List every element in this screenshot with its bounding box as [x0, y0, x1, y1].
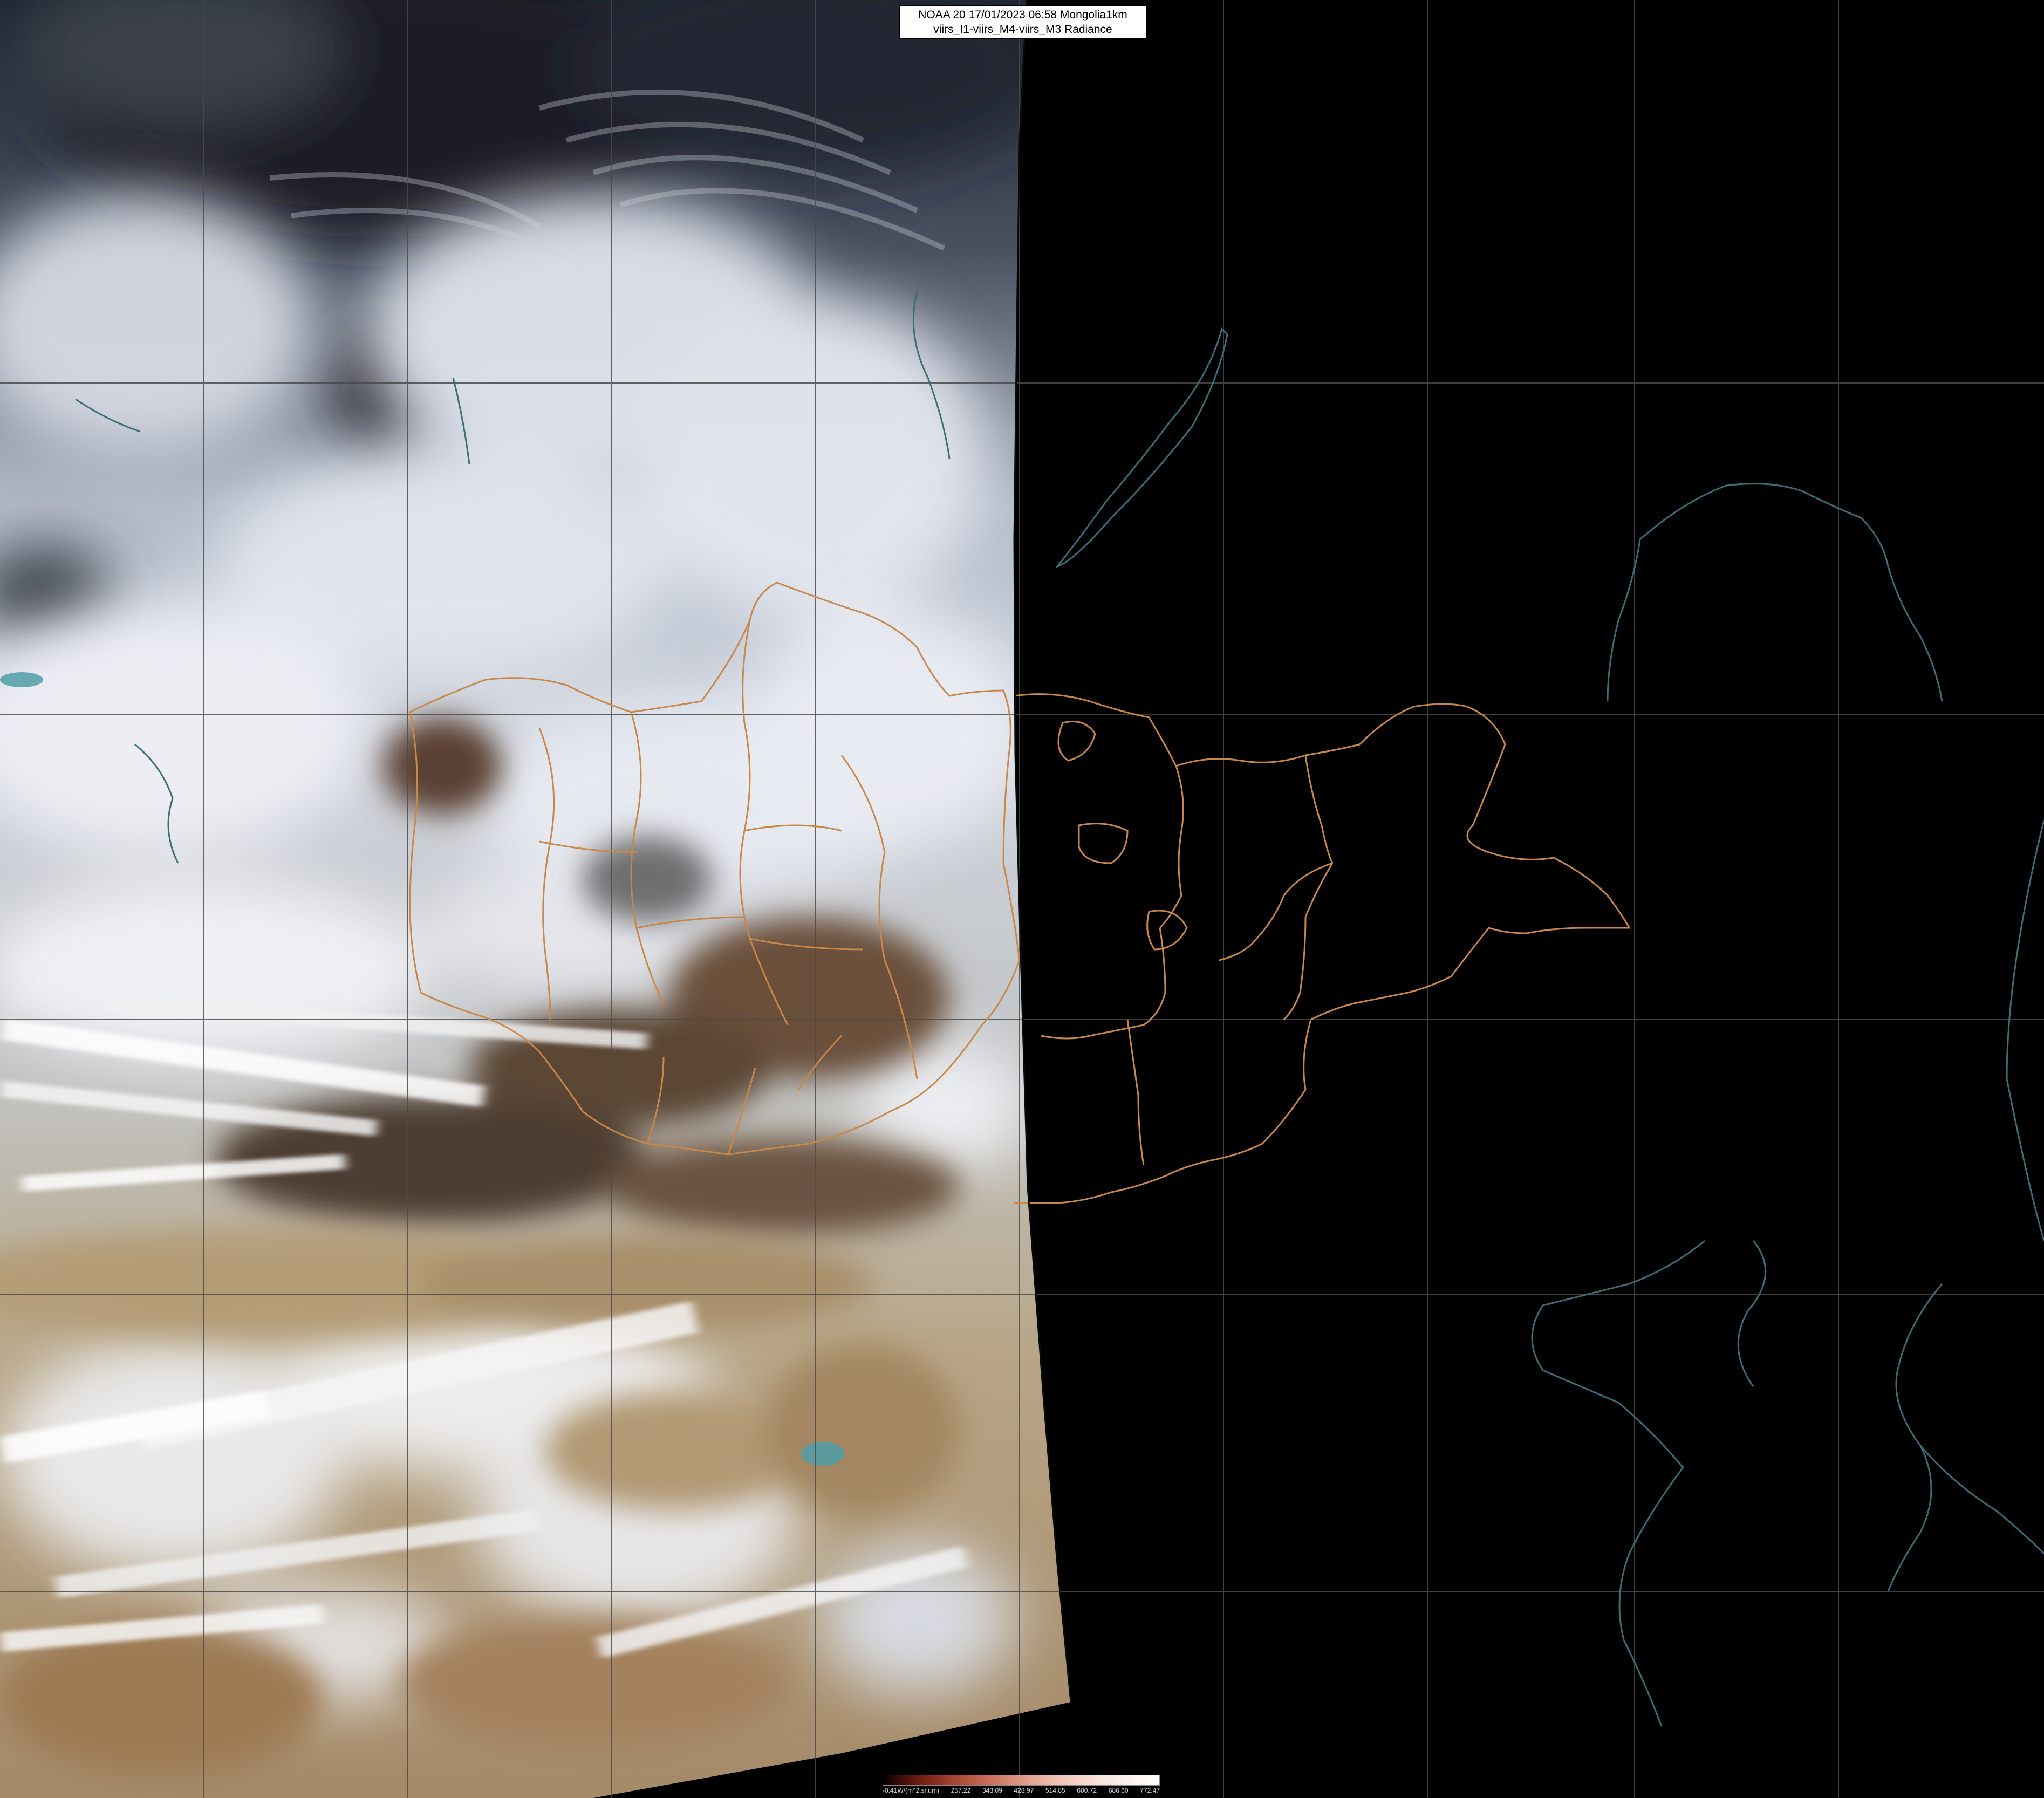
title-line-1: NOAA 20 17/01/2023 06:58 Mongolia1km [918, 9, 1127, 21]
colorbar-labels: -0.41W/(m^2.sr.um) 257.22 343.09 428.97 … [883, 1786, 1160, 1795]
colorbar-label: 343.09 [982, 1787, 1002, 1794]
satellite-image-viewer: NOAA 20 17/01/2023 06:58 Mongolia1km vii… [0, 0, 2044, 1798]
title-line-2: viirs_I1-viirs_M4-viirs_M3 Radiance [933, 23, 1112, 36]
colorbar-label: 257.22 [951, 1787, 971, 1794]
colorbar-label: 514.85 [1045, 1787, 1065, 1794]
colorbar-label: 600.72 [1077, 1787, 1097, 1794]
satellite-map [0, 0, 2044, 1798]
colorbar-gradient [883, 1775, 1160, 1786]
colorbar-label: 772.47 [1140, 1787, 1160, 1794]
image-title-box: NOAA 20 17/01/2023 06:58 Mongolia1km vii… [899, 5, 1147, 39]
swath-imagery [0, 0, 1071, 1798]
colorbar-label: -0.41W/(m^2.sr.um) [883, 1787, 939, 1794]
colorbar-label: 428.97 [1014, 1787, 1034, 1794]
colorbar-label: 686.60 [1108, 1787, 1129, 1794]
radiance-colorbar: -0.41W/(m^2.sr.um) 257.22 343.09 428.97 … [883, 1775, 1160, 1796]
